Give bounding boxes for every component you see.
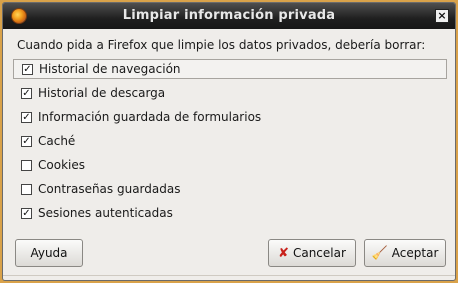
- cancel-button[interactable]: ✘ Cancelar: [268, 239, 356, 267]
- accept-button-label: Aceptar: [391, 246, 439, 260]
- option-label: Contraseñas guardadas: [38, 182, 181, 196]
- checkbox-cookies[interactable]: [21, 159, 32, 171]
- title-bar: Limpiar información privada ×: [3, 3, 455, 29]
- checkbox-cache[interactable]: [21, 135, 32, 147]
- bottom-divider: [3, 275, 455, 276]
- option-label: Caché: [38, 134, 76, 148]
- window-title: Limpiar información privada: [122, 8, 336, 23]
- cross-icon: ✘: [278, 245, 289, 261]
- option-sessions[interactable]: Sesiones autenticadas: [13, 203, 173, 223]
- option-label: Cookies: [38, 158, 85, 172]
- option-cache[interactable]: Caché: [13, 131, 75, 151]
- accept-button[interactable]: 🧹 Aceptar: [364, 239, 446, 267]
- option-cookies[interactable]: Cookies: [13, 155, 85, 175]
- checkbox-sessions[interactable]: [21, 207, 32, 219]
- checkbox-downloads[interactable]: [21, 87, 32, 99]
- help-button-label: Ayuda: [30, 246, 68, 260]
- option-history[interactable]: Historial de navegación: [13, 59, 447, 79]
- broom-icon: 🧹: [371, 245, 388, 261]
- option-downloads[interactable]: Historial de descarga: [13, 83, 165, 103]
- checkbox-history[interactable]: [22, 63, 33, 75]
- option-formdata[interactable]: Información guardada de formularios: [13, 107, 261, 127]
- option-label: Información guardada de formularios: [38, 110, 262, 124]
- clear-private-data-dialog: Limpiar información privada × Cuando pid…: [2, 2, 456, 281]
- checkbox-passwords[interactable]: [21, 183, 32, 195]
- option-label: Sesiones autenticadas: [38, 206, 173, 220]
- help-button[interactable]: Ayuda: [15, 239, 83, 267]
- cancel-button-label: Cancelar: [292, 246, 346, 260]
- checkbox-formdata[interactable]: [21, 111, 32, 123]
- close-button[interactable]: ×: [435, 9, 449, 23]
- option-label: Historial de navegación: [39, 62, 181, 76]
- option-passwords[interactable]: Contraseñas guardadas: [13, 179, 180, 199]
- dialog-prompt: Cuando pida a Firefox que limpie los dat…: [17, 38, 426, 52]
- option-label: Historial de descarga: [38, 86, 166, 100]
